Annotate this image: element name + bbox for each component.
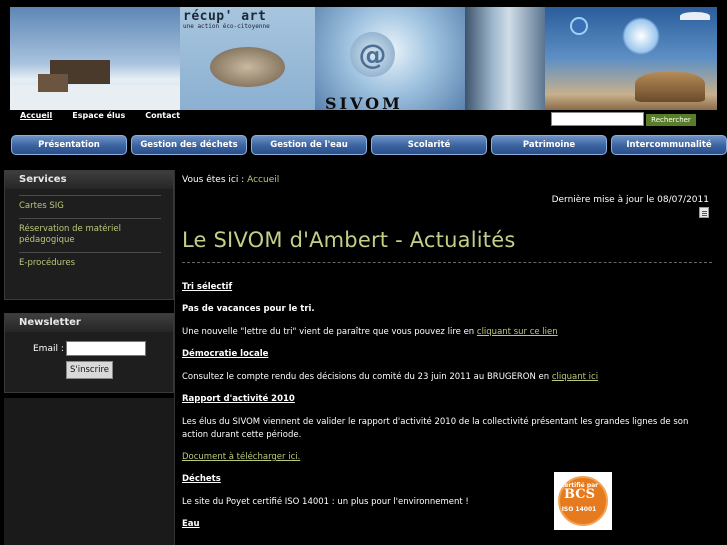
print-icon[interactable] (699, 207, 709, 218)
topnav-espace-elus[interactable]: Espace élus (62, 110, 135, 122)
heading-rapport: Rapport d'activité 2010 (182, 394, 295, 404)
snowflake-icon (622, 17, 660, 55)
banner-basket (635, 72, 705, 102)
nav-gestion-eau[interactable]: Gestion de l'eau (251, 135, 367, 155)
service-reservation-materiel[interactable]: Réservation de matériel pédagogique (19, 218, 161, 252)
nav-scolarite[interactable]: Scolarité (371, 135, 487, 155)
democratie-link[interactable]: cliquant ici (552, 372, 598, 382)
badge-top-text: Certifié par (559, 482, 599, 489)
sidebar-footer (4, 398, 174, 545)
email-field[interactable] (66, 341, 146, 356)
top-navigation: Accueil Espace élus Contact (10, 110, 190, 122)
paraglider-icon (680, 12, 710, 20)
heading-tri: Tri sélectif (182, 282, 233, 292)
email-label: Email : (33, 344, 64, 354)
iso-certification-badge: BCS Certifié par ISO 14001 (554, 472, 612, 530)
rapport-paragraph: Les élus du SIVOM viennent de valider le… (182, 417, 689, 440)
tri-paragraph: Une nouvelle "lettre du tri" vient de pa… (182, 327, 558, 337)
rapport-link-line: Document à télécharger ici. (182, 451, 717, 464)
topnav-contact[interactable]: Contact (135, 110, 190, 122)
dechets-paragraph: Le site du Poyet certifié ISO 14001 : un… (182, 497, 469, 507)
page-title: Le SIVOM d'Ambert - Actualités (182, 228, 516, 252)
banner-shack-small (38, 74, 68, 92)
services-title: Services (5, 171, 173, 189)
breadcrumb: Vous êtes ici : Accueil (182, 175, 279, 185)
at-icon: @ (350, 32, 395, 77)
topnav-accueil[interactable]: Accueil (10, 110, 62, 122)
rapport-link[interactable]: Document à télécharger ici. (182, 452, 300, 462)
breadcrumb-prefix: Vous êtes ici : (182, 175, 245, 185)
search-input[interactable] (551, 112, 644, 126)
header-banner: récup' art une action éco-citoyenne @ SI… (10, 7, 717, 110)
heading-democratie: Démocratie locale (182, 349, 269, 359)
main-navigation: Présentation Gestion des déchets Gestion… (0, 134, 727, 160)
nav-gestion-dechets[interactable]: Gestion des déchets (131, 135, 247, 155)
nav-patrimoine[interactable]: Patrimoine (491, 135, 607, 155)
main-content: Vous êtes ici : Accueil Dernière mise à … (174, 170, 727, 545)
tri-link[interactable]: cliquant sur ce lien (477, 327, 558, 337)
nav-presentation[interactable]: Présentation (11, 135, 127, 155)
mascot-icon (570, 17, 588, 35)
service-e-procedures[interactable]: E-procédures (19, 252, 161, 275)
banner-recup-title: récup' art (183, 9, 267, 24)
banner-photo-silo (465, 7, 545, 110)
breadcrumb-accueil[interactable]: Accueil (247, 175, 279, 185)
badge-iso: ISO 14001 (561, 506, 597, 513)
democratie-paragraph: Consultez le compte rendu des décisions … (182, 372, 599, 382)
title-divider (182, 262, 712, 263)
heading-dechets: Déchets (182, 474, 221, 484)
service-cartes-sig[interactable]: Cartes SIG (19, 195, 161, 218)
heading-eau: Eau (182, 519, 200, 529)
newsletter-panel: Newsletter Email : S'inscrire (4, 313, 174, 393)
subscribe-button[interactable]: S'inscrire (66, 361, 113, 379)
services-list: Cartes SIG Réservation de matériel pédag… (19, 195, 161, 275)
banner-nest (210, 47, 285, 87)
services-panel: Services Cartes SIG Réservation de matér… (4, 170, 174, 300)
search-button[interactable]: Rechercher (646, 114, 696, 126)
newsletter-title: Newsletter (5, 314, 173, 332)
banner-recup-subtitle: une action éco-citoyenne (183, 23, 270, 30)
nav-intercommunalite[interactable]: Intercommunalité (611, 135, 727, 155)
banner-sivom-logo: SIVOM (325, 94, 403, 110)
banner-snow (10, 85, 180, 110)
tri-subtitle: Pas de vacances pour le tri. (182, 304, 315, 314)
last-updated: Dernière mise à jour le 08/07/2011 (551, 195, 709, 205)
